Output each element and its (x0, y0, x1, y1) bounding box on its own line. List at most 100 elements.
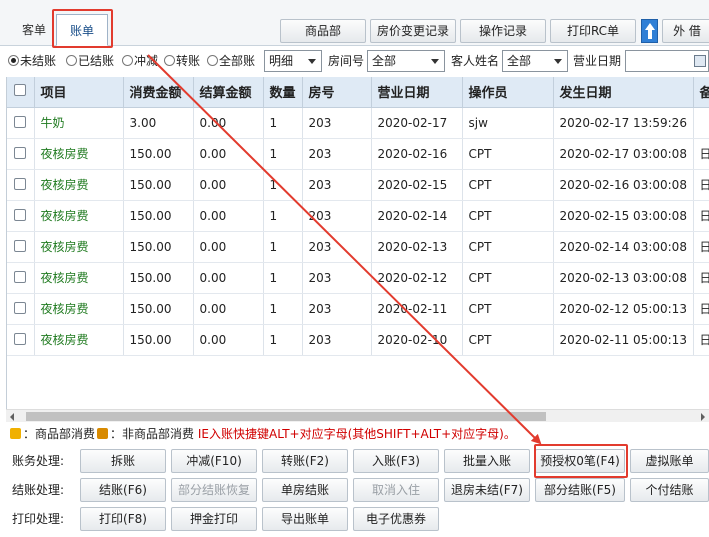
room-select[interactable]: 全部 (367, 50, 445, 72)
col-header[interactable]: 项目 (34, 77, 124, 108)
col-header[interactable]: 发生日期 (553, 77, 694, 108)
offset-button[interactable]: 冲减(F10) (171, 449, 257, 473)
split-bill-button[interactable]: 拆账 (80, 449, 166, 473)
table-cell: sjw (462, 107, 554, 139)
radio-dot-icon[interactable] (122, 55, 133, 66)
radio-dot-icon[interactable] (164, 55, 175, 66)
row-checkbox-cell[interactable] (7, 262, 35, 294)
table-row[interactable]: 夜核房费 150.00 0.00 1 203 2020-02-10 CPT 2020-02-1… (7, 324, 709, 356)
row-checkbox-cell[interactable] (7, 200, 35, 232)
radio-dot-icon[interactable] (207, 55, 218, 66)
table-row[interactable]: 夜核房费 150.00 0.00 1 203 2020-02-15 CPT 2020-02-1… (7, 169, 709, 201)
radio-offset[interactable]: 冲减 (122, 52, 158, 70)
partial-checkout-button[interactable]: 部分结账(F5) (535, 478, 625, 502)
table-cell: 2020-02-15 (371, 169, 463, 201)
col-header[interactable]: 房号 (302, 77, 372, 108)
col-header[interactable]: 操作员 (462, 77, 554, 108)
col-header[interactable]: 营业日期 (371, 77, 463, 108)
partial-checkout-restore-button[interactable]: 部分结账恢复 (171, 478, 257, 502)
print-button[interactable]: 打印(F8) (80, 507, 166, 531)
scroll-right-icon[interactable] (701, 413, 705, 421)
table-row[interactable]: 夜核房费 150.00 0.00 1 203 2020-02-14 CPT 2020-02-1… (7, 200, 709, 232)
table-cell: 2020-02-16 (371, 138, 463, 170)
cancel-checkin-button[interactable]: 取消入住 (353, 478, 439, 502)
table-row[interactable]: 夜核房费 150.00 0.00 1 203 2020-02-16 CPT 2020-02-1… (7, 138, 709, 170)
table-row[interactable]: 夜核房费 150.00 0.00 1 203 2020-02-13 CPT 2020-02-1… (7, 231, 709, 263)
post-charge-button[interactable]: 入账(F3) (353, 449, 439, 473)
table-cell: 牛奶 (34, 107, 124, 139)
checkout-button[interactable]: 结账(F6) (80, 478, 166, 502)
radio-all-bills[interactable]: 全部账 (207, 52, 255, 70)
rate-change-log-button[interactable]: 房价变更记录 (370, 19, 456, 43)
batch-post-button[interactable]: 批量入账 (444, 449, 530, 473)
table-cell: 203 (302, 169, 372, 201)
table-cell: 2020-02-11 (371, 293, 463, 325)
tab-guest[interactable]: 客单 (14, 14, 54, 46)
horizontal-scrollbar[interactable] (6, 409, 709, 422)
scroll-thumb[interactable] (26, 412, 546, 421)
export-bill-button[interactable]: 导出账单 (262, 507, 348, 531)
table-cell: 2020-02-12 05:00:13 (553, 293, 694, 325)
biz-date-input[interactable] (625, 50, 709, 72)
table-cell: 夜核房费 (34, 200, 124, 232)
table-cell: 日 (693, 262, 709, 294)
room-select-value: 全部 (372, 54, 397, 68)
col-header[interactable]: 备 (693, 77, 709, 108)
table-cell: 2020-02-12 (371, 262, 463, 294)
row-checkbox-cell[interactable] (7, 293, 35, 325)
virtual-bill-button[interactable]: 虚拟账单 (630, 449, 709, 473)
print-rc-button[interactable]: 打印RC单 (550, 19, 636, 43)
checkbox-icon[interactable] (14, 270, 26, 283)
table-cell: CPT (462, 169, 554, 201)
checkbox-icon[interactable] (14, 208, 26, 221)
arrow-up-icon[interactable] (641, 19, 658, 43)
table-row[interactable]: 夜核房费 150.00 0.00 1 203 2020-02-12 CPT 2020-02-1… (7, 262, 709, 294)
table-cell: 日 (693, 169, 709, 201)
individual-checkout-button[interactable]: 个付结账 (630, 478, 709, 502)
tab-bill[interactable]: 账单 (56, 14, 108, 46)
radio-dot-icon[interactable] (66, 55, 77, 66)
single-room-checkout-button[interactable]: 单房结账 (262, 478, 348, 502)
row-checkbox-cell[interactable] (7, 231, 35, 263)
scroll-left-icon[interactable] (10, 413, 14, 421)
table-cell: 1 (263, 169, 303, 201)
transfer-button[interactable]: 转账(F2) (262, 449, 348, 473)
col-header[interactable]: 结算金额 (193, 77, 264, 108)
radio-transfer[interactable]: 转账 (164, 52, 200, 70)
table-cell: 3.00 (123, 107, 194, 139)
table-row[interactable]: 牛奶 3.00 0.00 1 203 2020-02-17 sjw 2020-02-17 13… (7, 107, 709, 139)
table-cell: CPT (462, 293, 554, 325)
col-header[interactable]: 消费金额 (123, 77, 194, 108)
checkbox-icon[interactable] (14, 239, 26, 252)
row-checkbox-cell[interactable] (7, 138, 35, 170)
row-checkbox-cell[interactable] (7, 107, 35, 139)
e-coupon-button[interactable]: 电子优惠券 (353, 507, 439, 531)
checkout-unsettled-button[interactable]: 退房未结(F7) (444, 478, 530, 502)
lend-out-button[interactable]: 外 借 (662, 19, 709, 43)
checkbox-icon[interactable] (14, 177, 26, 190)
row-checkbox-cell[interactable] (7, 169, 35, 201)
table-cell: 203 (302, 200, 372, 232)
checkbox-icon[interactable] (14, 301, 26, 314)
table-cell: 150.00 (123, 169, 194, 201)
calendar-icon[interactable] (694, 55, 706, 67)
checkbox-icon[interactable] (14, 84, 26, 97)
radio-dot-icon[interactable] (8, 55, 19, 66)
row-checkbox-cell[interactable] (7, 324, 35, 356)
checkbox-icon[interactable] (14, 115, 26, 128)
guest-name-select[interactable]: 全部 (502, 50, 568, 72)
goods-dept-button[interactable]: 商品部 (280, 19, 366, 43)
radio-settled[interactable]: 已结账 (66, 52, 114, 70)
operation-log-button[interactable]: 操作记录 (460, 19, 546, 43)
radio-unsettled[interactable]: 未结账 (8, 52, 56, 70)
table-cell: 0.00 (193, 324, 264, 356)
deposit-print-button[interactable]: 押金打印 (171, 507, 257, 531)
table-row[interactable]: 夜核房费 150.00 0.00 1 203 2020-02-11 CPT 2020-02-1… (7, 293, 709, 325)
select-all-header[interactable] (7, 77, 35, 108)
detail-select[interactable]: 明细 (264, 50, 322, 72)
pre-auth-button[interactable]: 预授权0笔(F4) (535, 449, 625, 473)
checkbox-icon[interactable] (14, 146, 26, 159)
checkbox-icon[interactable] (14, 332, 26, 345)
table-cell: 2020-02-16 03:00:08 (553, 169, 694, 201)
col-header[interactable]: 数量 (263, 77, 303, 108)
